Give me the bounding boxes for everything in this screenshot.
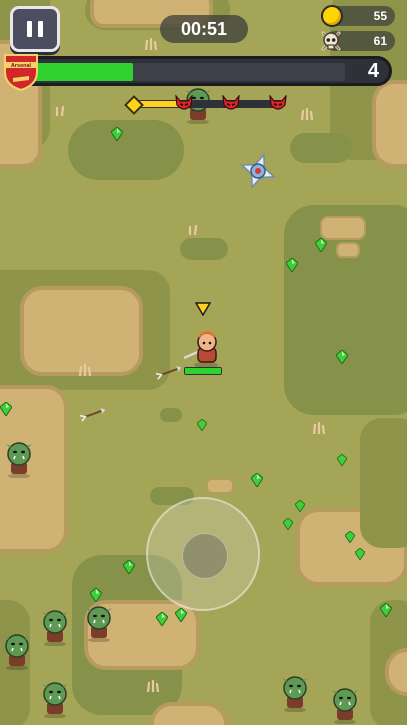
orc-enemy-icon	[6, 442, 32, 478]
xp-gem-icon	[90, 588, 102, 602]
xp-gem-icon	[283, 518, 293, 530]
pause-icon	[24, 21, 46, 37]
level-number: 4	[367, 60, 379, 82]
virtual-joystick[interactable]	[146, 497, 260, 611]
xp-gem-icon	[251, 473, 263, 487]
orc-enemy-icon	[42, 682, 68, 718]
xp-gem-icon	[197, 419, 207, 431]
skull-icon	[321, 31, 341, 51]
xp-gem-icon	[345, 531, 355, 543]
grass-tuft-icon	[300, 108, 314, 120]
orc-enemy-icon	[282, 676, 308, 712]
xp-fill	[33, 63, 133, 81]
xp-gem-icon	[0, 402, 12, 416]
game-timer: 00:51	[160, 15, 248, 43]
xp-gem-icon	[286, 258, 298, 272]
wave-progress-bar	[134, 100, 284, 108]
xp-gem-icon	[355, 548, 365, 560]
player-marker-icon	[195, 302, 211, 316]
xp-gem-icon	[336, 350, 348, 364]
orc-enemy-icon	[86, 606, 112, 642]
grass-tuft-icon	[78, 364, 92, 376]
grass-tuft-icon	[146, 680, 160, 692]
terrain-patch	[290, 133, 352, 163]
boss-wave-marker-icon	[175, 95, 193, 110]
shuriken-icon	[240, 153, 276, 189]
terrain-patch	[336, 242, 360, 258]
pause-button[interactable]	[10, 6, 60, 52]
arrow-projectile-icon	[79, 408, 106, 422]
terrain-patch	[150, 702, 228, 725]
crest-text: Arsenal	[11, 63, 32, 69]
player-character	[183, 331, 218, 368]
orc-enemy-icon	[42, 610, 68, 646]
terrain-patch	[20, 286, 143, 376]
grass-tuft-icon	[55, 105, 65, 116]
joystick-knob[interactable]	[182, 533, 228, 579]
club-crest-icon: Arsenal	[4, 54, 38, 92]
xp-gem-icon	[175, 608, 187, 622]
terrain-patch	[160, 408, 182, 422]
xp-gem-icon	[156, 612, 168, 626]
orc-enemy-icon	[4, 634, 30, 670]
xp-gem-icon	[123, 560, 135, 574]
terrain-patch	[372, 80, 407, 168]
xp-gem-icon	[380, 603, 392, 617]
xp-gem-icon	[111, 127, 123, 141]
grass-tuft-icon	[188, 224, 198, 235]
orc-enemy-icon	[332, 688, 358, 724]
xp-gem-icon	[337, 454, 347, 466]
xp-gem-icon	[315, 238, 327, 252]
grass-tuft-icon	[312, 422, 326, 434]
grass-tuft-icon	[144, 38, 158, 50]
boss-wave-marker-icon	[269, 95, 287, 110]
player-health-fill	[185, 368, 221, 374]
terrain-patch	[320, 216, 366, 240]
coin-icon	[321, 5, 343, 27]
xp-progress-bar: 4	[18, 56, 392, 86]
terrain-patch	[360, 418, 407, 548]
player-health-bar	[184, 367, 222, 375]
boss-wave-marker-icon	[222, 95, 240, 110]
game-field	[0, 0, 407, 725]
terrain-patch	[68, 120, 184, 180]
terrain-patch	[180, 238, 228, 260]
xp-gem-icon	[295, 500, 305, 512]
terrain-patch	[206, 478, 234, 494]
